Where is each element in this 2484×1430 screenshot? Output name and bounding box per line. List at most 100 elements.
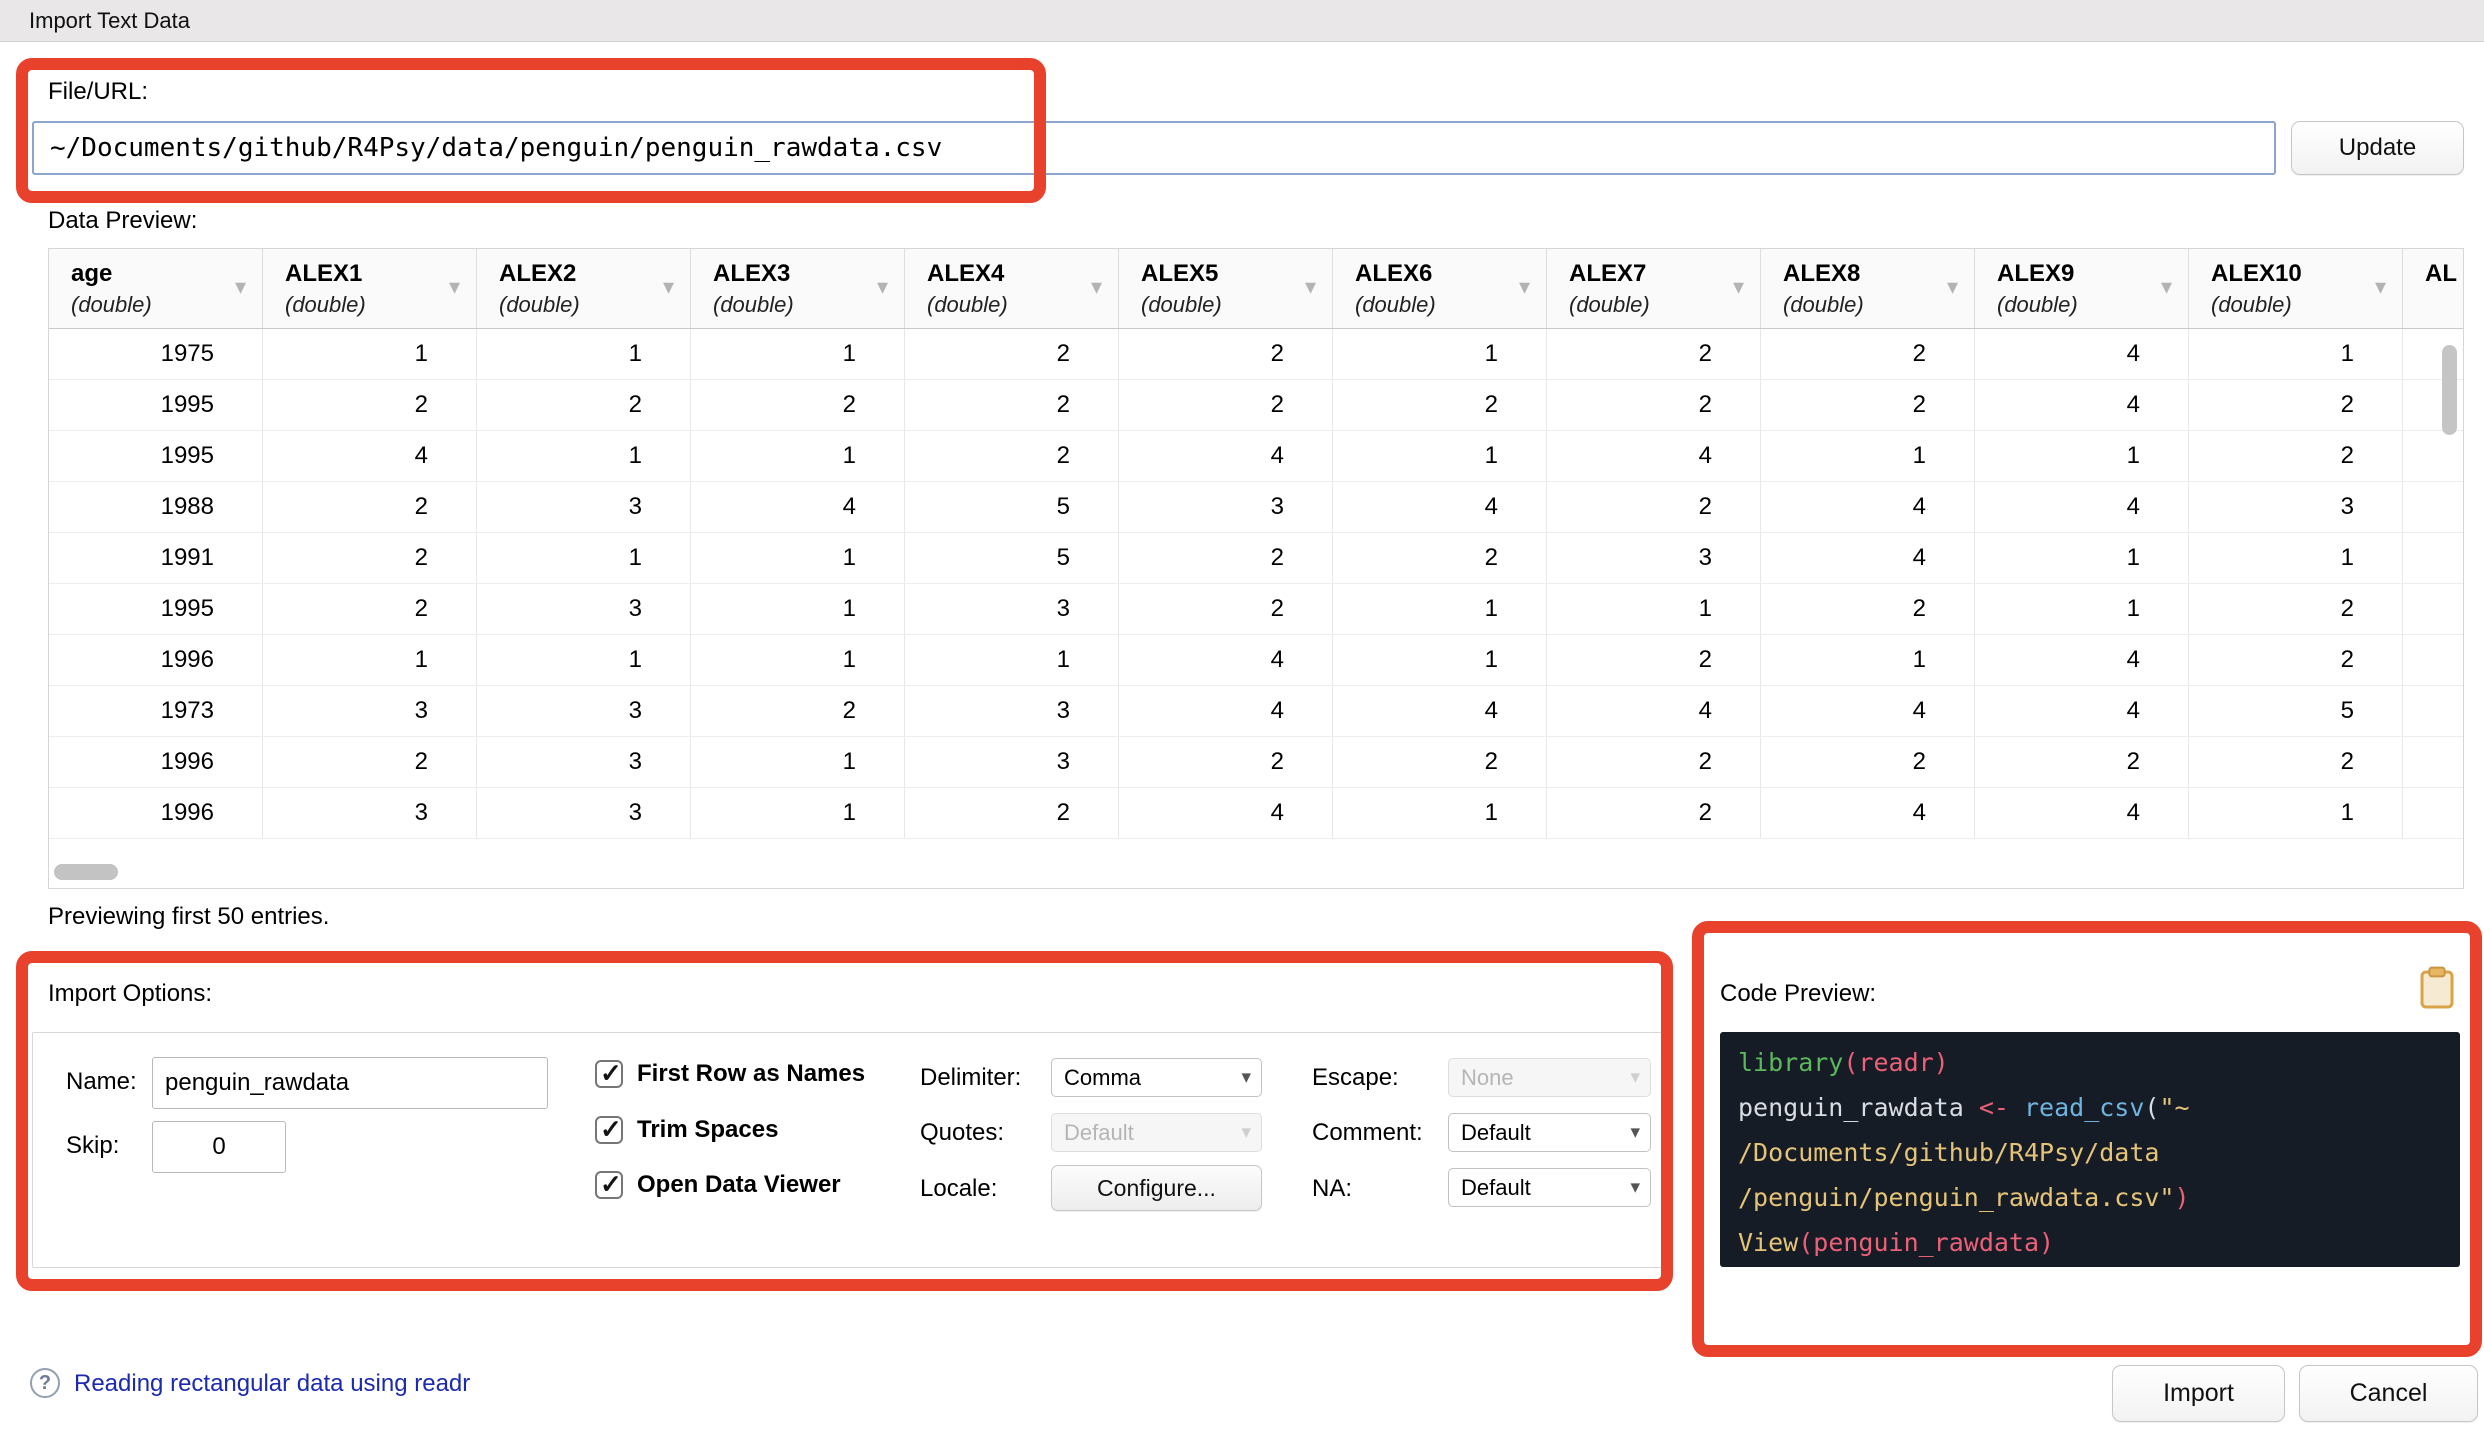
na-label: NA:	[1312, 1175, 1352, 1203]
open-data-viewer-checkbox[interactable]: ✓	[595, 1171, 623, 1199]
table-row: 19751112212241	[49, 329, 2463, 380]
table-cell	[2403, 788, 2463, 838]
column-menu-icon[interactable]: ▾	[1947, 273, 1958, 299]
chevron-down-icon: ▾	[1241, 1121, 1251, 1144]
escape-value: None	[1461, 1065, 1514, 1091]
code-preview-box: library(readr)penguin_rawdata <- read_cs…	[1720, 1032, 2460, 1267]
column-menu-icon[interactable]: ▾	[2161, 273, 2172, 299]
table-cell: 2	[263, 482, 477, 532]
import-button[interactable]: Import	[2112, 1365, 2285, 1422]
column-menu-icon[interactable]: ▾	[2375, 273, 2386, 299]
table-cell: 1991	[49, 533, 263, 583]
table-cell: 1975	[49, 329, 263, 379]
horizontal-scrollbar[interactable]	[54, 864, 118, 880]
table-cell: 3	[905, 686, 1119, 736]
configure-locale-button[interactable]: Configure...	[1051, 1165, 1262, 1211]
table-cell: 1	[2189, 788, 2403, 838]
checkbox-label: Open Data Viewer	[637, 1171, 841, 1199]
table-cell: 3	[905, 737, 1119, 787]
table-header-row: age(double)▾ALEX1(double)▾ALEX2(double)▾…	[49, 249, 2463, 329]
vertical-scrollbar[interactable]	[2442, 345, 2457, 435]
table-cell: 1996	[49, 788, 263, 838]
table-cell: 4	[1761, 686, 1975, 736]
chevron-down-icon: ▾	[1241, 1066, 1251, 1089]
preview-status-text: Previewing first 50 entries.	[48, 903, 329, 931]
escape-label: Escape:	[1312, 1064, 1399, 1092]
column-type: (double)	[71, 292, 262, 318]
column-menu-icon[interactable]: ▾	[449, 273, 460, 299]
table-cell: 1995	[49, 584, 263, 634]
table-cell: 3	[1547, 533, 1761, 583]
column-header-alex9: ALEX9(double)▾	[1975, 249, 2189, 328]
table-row: 19961111412142	[49, 635, 2463, 686]
skip-input[interactable]	[152, 1121, 286, 1173]
table-cell: 2	[2189, 737, 2403, 787]
table-cell: 3	[2189, 482, 2403, 532]
column-menu-icon[interactable]: ▾	[1305, 273, 1316, 299]
delimiter-label: Delimiter:	[920, 1064, 1021, 1092]
table-cell: 3	[477, 788, 691, 838]
first-row-as-names-option[interactable]: ✓ First Row as Names	[595, 1056, 865, 1092]
column-menu-icon[interactable]: ▾	[663, 273, 674, 299]
skip-label: Skip:	[66, 1132, 119, 1160]
first-row-as-names-checkbox[interactable]: ✓	[595, 1060, 623, 1088]
code-line: View(penguin_rawdata)	[1738, 1220, 2460, 1265]
open-data-viewer-option[interactable]: ✓ Open Data Viewer	[595, 1167, 841, 1203]
code-preview-label: Code Preview:	[1720, 980, 1876, 1008]
cancel-button[interactable]: Cancel	[2299, 1365, 2478, 1422]
column-name: ALEX5	[1141, 261, 1332, 287]
locale-label: Locale:	[920, 1175, 997, 1203]
table-cell: 3	[477, 584, 691, 634]
table-cell: 4	[1119, 635, 1333, 685]
table-cell: 2	[1761, 329, 1975, 379]
help-link[interactable]: Reading rectangular data using readr	[74, 1370, 470, 1398]
column-menu-icon[interactable]: ▾	[235, 273, 246, 299]
table-cell: 1996	[49, 737, 263, 787]
delimiter-value: Comma	[1064, 1065, 1141, 1091]
table-cell: 2	[2189, 635, 2403, 685]
column-header-alex7: ALEX7(double)▾	[1547, 249, 1761, 328]
table-cell: 1	[691, 737, 905, 787]
trim-spaces-option[interactable]: ✓ Trim Spaces	[595, 1112, 778, 1148]
delimiter-select[interactable]: Comma ▾	[1051, 1058, 1262, 1097]
help-icon[interactable]: ?	[30, 1368, 60, 1398]
table-cell: 1	[1333, 635, 1547, 685]
code-line: library(readr)	[1738, 1040, 2460, 1085]
table-cell: 2	[1333, 737, 1547, 787]
table-cell: 2	[905, 788, 1119, 838]
na-select[interactable]: Default ▾	[1448, 1168, 1651, 1207]
table-cell: 1	[691, 329, 905, 379]
column-menu-icon[interactable]: ▾	[1091, 273, 1102, 299]
column-menu-icon[interactable]: ▾	[877, 273, 888, 299]
table-cell: 4	[1119, 431, 1333, 481]
column-type: (double)	[499, 292, 690, 318]
table-row: 19952313211212	[49, 584, 2463, 635]
import-options-label: Import Options:	[48, 980, 212, 1008]
chevron-down-icon: ▾	[1630, 1176, 1640, 1199]
column-menu-icon[interactable]: ▾	[1733, 273, 1744, 299]
table-cell	[2403, 533, 2463, 583]
column-header-alex1: ALEX1(double)▾	[263, 249, 477, 328]
column-name: ALEX10	[2211, 261, 2402, 287]
table-cell: 2	[1119, 533, 1333, 583]
column-menu-icon[interactable]: ▾	[1519, 273, 1530, 299]
table-cell: 3	[1119, 482, 1333, 532]
update-button[interactable]: Update	[2291, 121, 2464, 175]
clipboard-icon[interactable]	[2419, 966, 2455, 1010]
column-header-alex6: ALEX6(double)▾	[1333, 249, 1547, 328]
table-cell: 2	[263, 533, 477, 583]
table-cell: 1988	[49, 482, 263, 532]
table-cell: 1	[1547, 584, 1761, 634]
file-url-input[interactable]	[32, 121, 2276, 175]
table-cell	[2403, 737, 2463, 787]
table-cell: 2	[691, 686, 905, 736]
table-cell: 1	[1975, 431, 2189, 481]
comment-select[interactable]: Default ▾	[1448, 1113, 1651, 1152]
table-cell: 4	[1119, 686, 1333, 736]
column-type: (double)	[1355, 292, 1546, 318]
column-header-alex2: ALEX2(double)▾	[477, 249, 691, 328]
table-cell: 2	[1547, 380, 1761, 430]
table-cell: 4	[1761, 788, 1975, 838]
trim-spaces-checkbox[interactable]: ✓	[595, 1116, 623, 1144]
name-input[interactable]	[152, 1057, 548, 1109]
